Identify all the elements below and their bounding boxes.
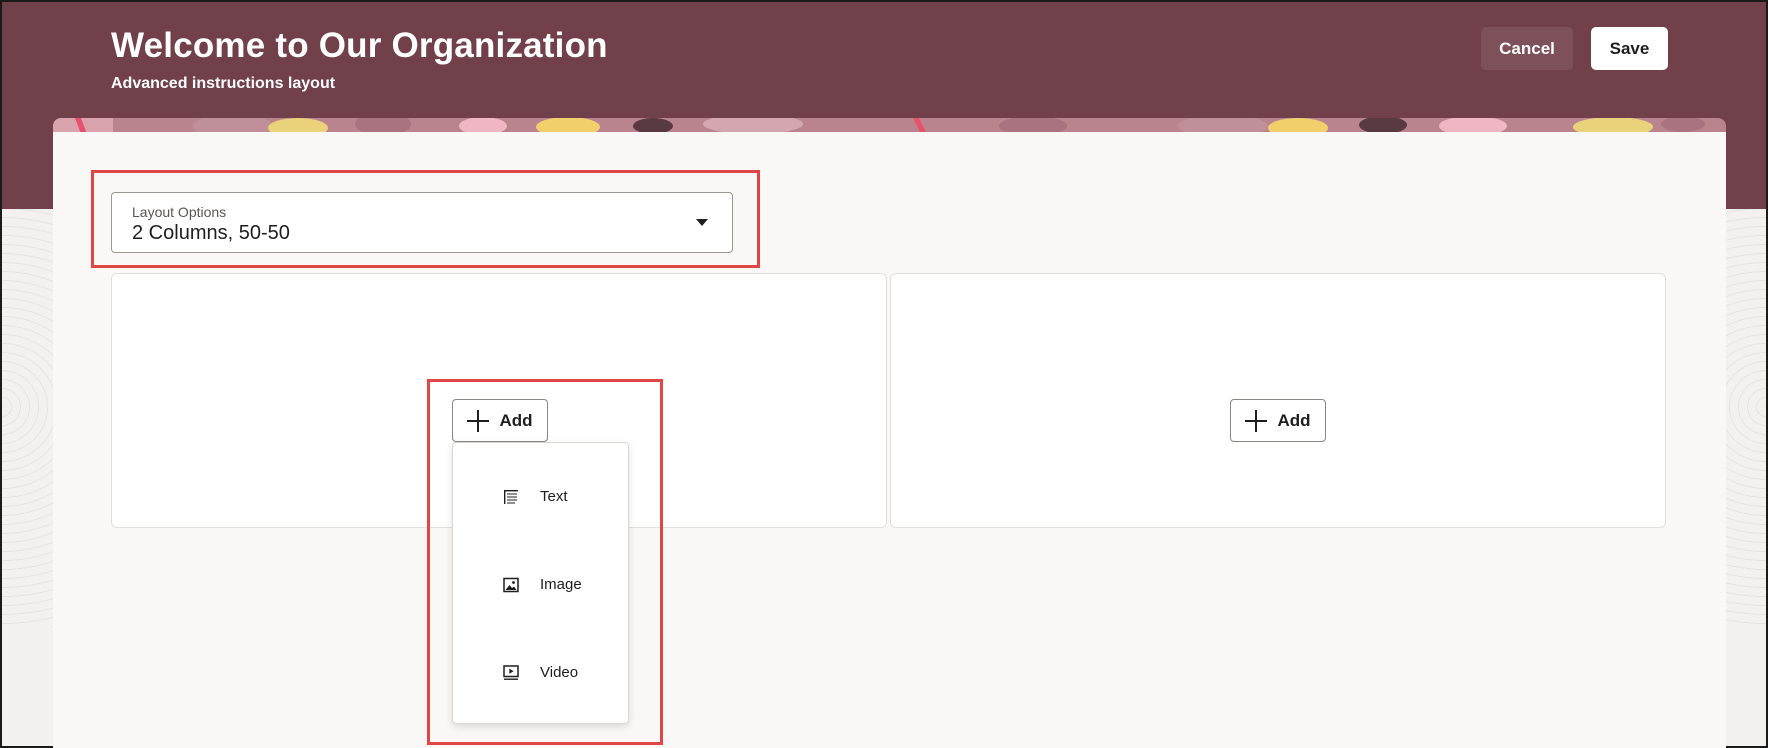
- page-subtitle: Advanced instructions layout: [111, 75, 336, 92]
- cancel-button[interactable]: Cancel: [1481, 27, 1573, 70]
- highlight-box-menu: [427, 379, 663, 745]
- highlight-box-layout: [91, 170, 760, 268]
- save-button[interactable]: Save: [1591, 27, 1668, 70]
- add-button-right[interactable]: Add: [1230, 399, 1326, 442]
- background-pattern-right: [1721, 207, 1766, 627]
- page-title: Welcome to Our Organization: [111, 26, 608, 65]
- plus-icon: [1245, 409, 1268, 432]
- add-button-label: Add: [1277, 410, 1311, 430]
